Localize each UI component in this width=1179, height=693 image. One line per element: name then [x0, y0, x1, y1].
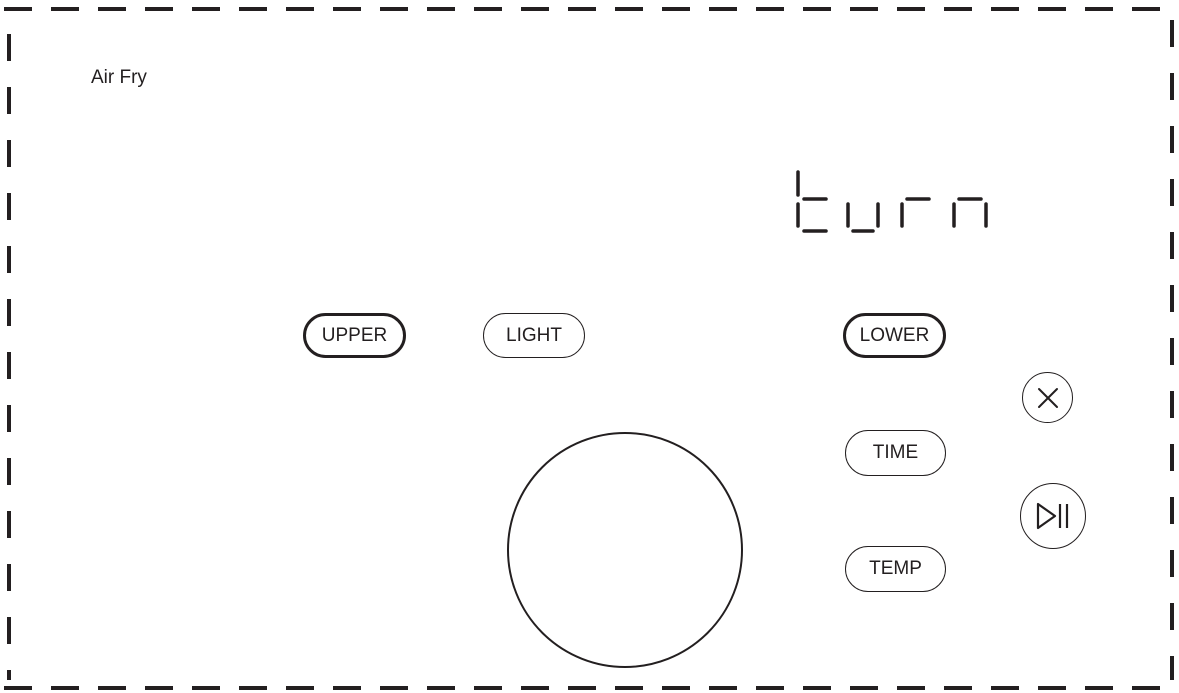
- start-pause-button[interactable]: [1020, 483, 1086, 549]
- display-glyphs: [796, 170, 988, 233]
- lower-button[interactable]: LOWER: [843, 313, 946, 358]
- light-button[interactable]: LIGHT: [483, 313, 585, 358]
- temp-button[interactable]: TEMP: [845, 546, 946, 592]
- cooking-mode-label: Air Fry: [91, 67, 147, 88]
- seven-segment-display: turn: [790, 168, 1000, 242]
- cancel-x-icon: [1037, 387, 1058, 408]
- time-button[interactable]: TIME: [845, 430, 946, 476]
- upper-button[interactable]: UPPER: [303, 313, 406, 358]
- play-pause-icon: [1036, 502, 1069, 530]
- control-dial[interactable]: [507, 432, 743, 668]
- cancel-button[interactable]: [1022, 372, 1073, 423]
